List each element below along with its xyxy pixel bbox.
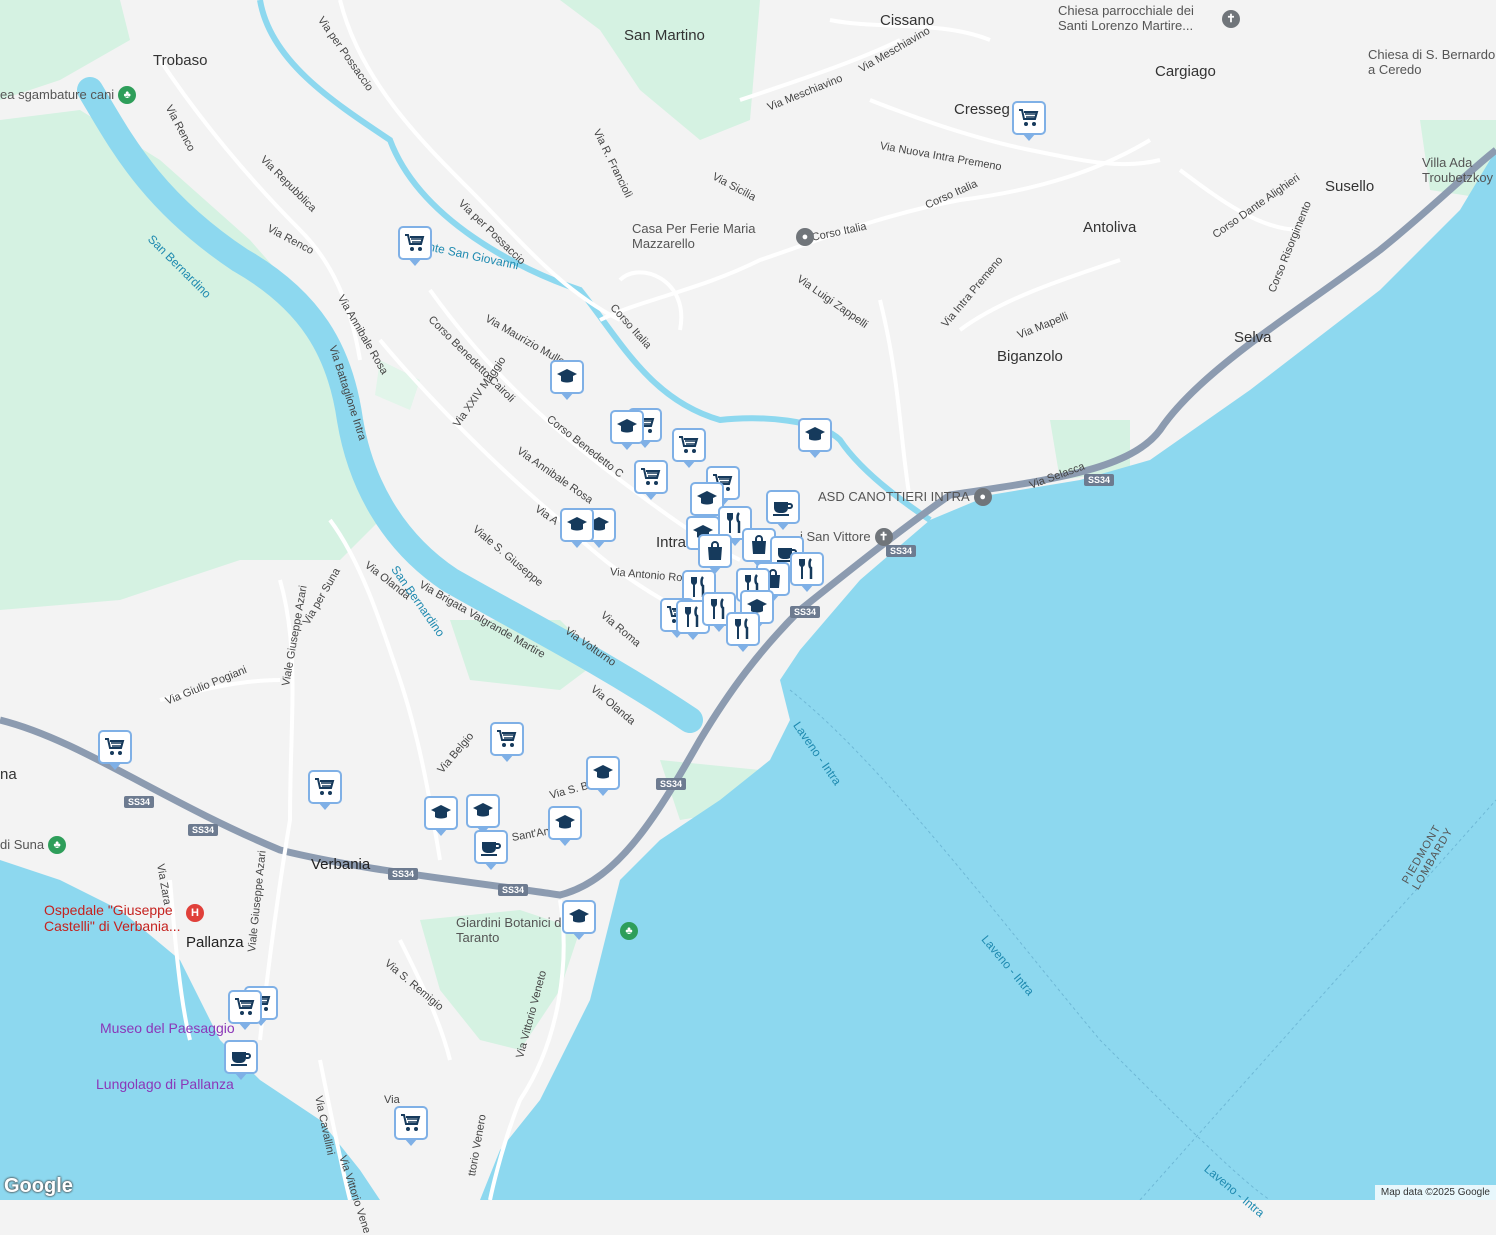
google-logo: Google — [4, 1175, 73, 1197]
map-marker[interactable] — [586, 756, 620, 796]
map-attribution[interactable]: Map data ©2025 Google — [1374, 1185, 1496, 1200]
shopping-cart-icon — [235, 998, 255, 1015]
restaurant-icon — [799, 558, 813, 579]
coffee-icon — [773, 502, 793, 516]
coffee-icon — [481, 842, 501, 856]
shopping-bag-icon — [708, 541, 722, 560]
shopping-cart-icon — [641, 468, 661, 485]
route-shield-ss34: SS34 — [790, 606, 821, 618]
school-icon — [569, 909, 589, 923]
map-marker[interactable] — [466, 794, 500, 834]
map-marker[interactable] — [1012, 101, 1046, 141]
map-marker[interactable] — [790, 552, 824, 592]
map-marker[interactable] — [424, 796, 458, 836]
route-shield-ss34: SS34 — [1084, 474, 1115, 486]
shopping-cart-icon — [497, 730, 517, 747]
shopping-cart-icon — [401, 1114, 421, 1131]
restaurant-icon — [735, 618, 749, 639]
route-shield-ss34: SS34 — [498, 884, 529, 896]
school-icon — [593, 765, 613, 779]
map-marker[interactable] — [672, 428, 706, 468]
map-marker[interactable] — [726, 612, 760, 652]
map-marker[interactable] — [548, 806, 582, 846]
map-marker[interactable] — [766, 490, 800, 530]
map-marker[interactable] — [798, 418, 832, 458]
map-marker[interactable] — [474, 830, 508, 870]
map-marker[interactable] — [562, 900, 596, 940]
route-shield-ss34: SS34 — [124, 796, 155, 808]
shopping-cart-icon — [405, 234, 425, 251]
map-marker[interactable] — [394, 1106, 428, 1146]
route-shield-ss34: SS34 — [188, 824, 219, 836]
route-shield-ss34: SS34 — [656, 778, 687, 790]
shopping-cart-icon — [105, 738, 125, 755]
school-icon — [557, 369, 577, 383]
map-marker[interactable] — [560, 508, 594, 548]
school-icon — [473, 803, 493, 817]
school-icon — [567, 517, 587, 531]
shopping-cart-icon — [1019, 109, 1039, 126]
shopping-cart-icon — [679, 436, 699, 453]
map-marker[interactable] — [610, 410, 644, 450]
coffee-icon — [231, 1052, 251, 1066]
school-icon — [431, 805, 451, 819]
school-icon — [805, 427, 825, 441]
map-marker[interactable] — [308, 770, 342, 810]
map-marker[interactable] — [98, 730, 132, 770]
map-marker[interactable] — [224, 1040, 258, 1080]
map-marker[interactable] — [550, 360, 584, 400]
school-icon — [555, 815, 575, 829]
school-icon — [697, 491, 717, 505]
route-shield-ss34: SS34 — [886, 545, 917, 557]
shopping-cart-icon — [315, 778, 335, 795]
shopping-bag-icon — [752, 535, 766, 554]
school-icon — [617, 419, 637, 433]
map-marker[interactable] — [698, 534, 732, 574]
map-marker[interactable] — [398, 226, 432, 266]
route-shield-ss34: SS34 — [388, 868, 419, 880]
map-marker[interactable] — [634, 460, 668, 500]
map-marker[interactable] — [490, 722, 524, 762]
map-marker[interactable] — [228, 990, 262, 1030]
